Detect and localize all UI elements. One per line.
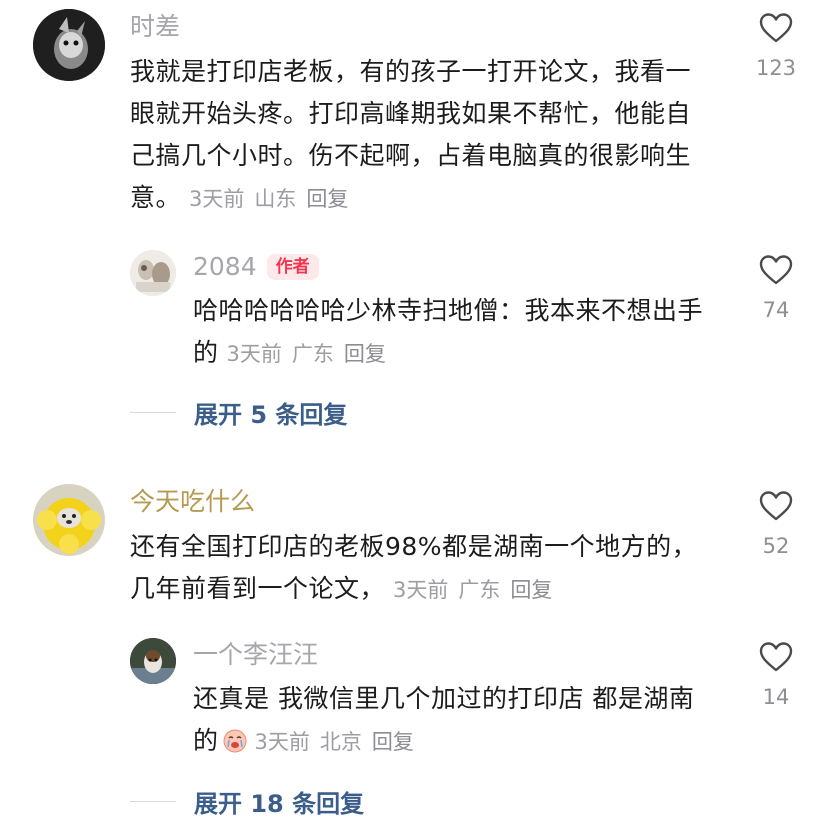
- heart-icon: [759, 491, 793, 521]
- like-button[interactable]: 52: [741, 490, 811, 558]
- comment-location: 广东: [458, 578, 501, 602]
- reply-username[interactable]: 一个李汪汪: [193, 640, 318, 670]
- avatar-image: [33, 484, 105, 556]
- reply-avatar[interactable]: [130, 638, 176, 684]
- comment-text-block: 还有全国打印店的老板98%都是湖南一个地方的，几年前看到一个论文， 3天前 广东 回复: [130, 526, 720, 611]
- reply-text-block: 还真是 我微信里几个加过的打印店 都是湖南的 3天前 北京 回复: [193, 678, 713, 763]
- like-button[interactable]: 14: [741, 641, 811, 709]
- crying-face-icon: [223, 729, 247, 753]
- comment-time: 3天前: [393, 578, 449, 602]
- like-count: 52: [762, 534, 790, 558]
- comment-username[interactable]: 今天吃什么: [130, 487, 255, 517]
- comment-item: 今天吃什么 还有全国打印店的老板98%都是湖南一个地方的，几年前看到一个论文， 3…: [0, 0, 828, 819]
- expand-replies-label: 展开 18 条回复: [194, 790, 365, 818]
- reply-location: 北京: [319, 730, 362, 754]
- expand-replies-button[interactable]: 展开 18 条回复: [130, 784, 364, 818]
- reply-meta: 3天前 北京 回复: [255, 730, 424, 754]
- reply-time: 3天前: [254, 730, 310, 754]
- comment-meta: 3天前 广东 回复: [393, 578, 562, 602]
- reply-button[interactable]: 回复: [510, 578, 552, 602]
- reply-button[interactable]: 回复: [372, 730, 414, 754]
- divider: [130, 801, 176, 802]
- like-count: 14: [762, 685, 790, 709]
- avatar-image: [130, 638, 176, 684]
- avatar[interactable]: [33, 484, 105, 556]
- heart-icon: [759, 642, 793, 672]
